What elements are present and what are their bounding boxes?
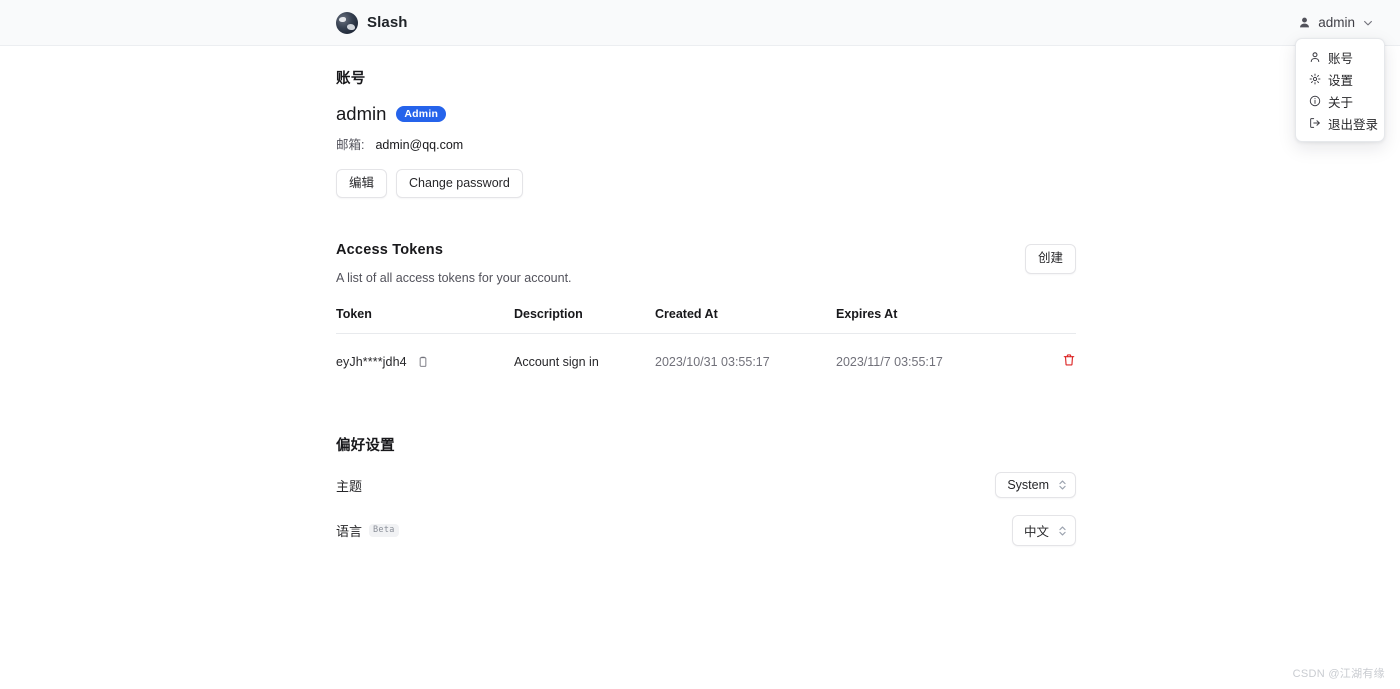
- account-section: 账号 admin Admin 邮箱: admin@qq.com 编辑 Chang…: [336, 46, 1076, 199]
- page-body: 账号 admin Admin 邮箱: admin@qq.com 编辑 Chang…: [0, 46, 1400, 547]
- theme-select[interactable]: System: [995, 472, 1076, 499]
- info-circle-icon: [1308, 95, 1321, 108]
- gear-icon: [1308, 73, 1321, 86]
- theme-select-value: System: [1007, 478, 1049, 493]
- user-menu-trigger[interactable]: admin: [1296, 11, 1376, 34]
- column-header-actions: [1026, 307, 1076, 335]
- cell-token: eyJh****jdh4: [336, 334, 514, 390]
- access-tokens-section: Access Tokens A list of all access token…: [336, 242, 1076, 389]
- preference-row-language: 语言 Beta 中文: [336, 515, 1076, 547]
- menu-item-account[interactable]: 账号: [1296, 46, 1384, 68]
- cell-actions: [1026, 334, 1076, 390]
- email-label: 邮箱:: [336, 137, 365, 152]
- preferences-title: 偏好设置: [336, 438, 395, 455]
- access-tokens-description: A list of all access tokens for your acc…: [336, 271, 572, 286]
- menu-item-label: 退出登录: [1328, 117, 1379, 132]
- access-tokens-table: Token Description Created At Expires At …: [336, 307, 1076, 389]
- table-header: Token Description Created At Expires At: [336, 307, 1076, 335]
- table-header-row: Token Description Created At Expires At: [336, 307, 1076, 335]
- cell-expires-at: 2023/11/7 03:55:17: [836, 354, 943, 369]
- menu-item-label: 账号: [1328, 51, 1354, 66]
- change-password-button[interactable]: Change password: [396, 168, 523, 199]
- person-icon: [1308, 51, 1321, 64]
- content-column: 账号 admin Admin 邮箱: admin@qq.com 编辑 Chang…: [336, 46, 1076, 547]
- language-label-wrap: 语言 Beta: [336, 521, 399, 540]
- language-label: 语言: [336, 524, 363, 540]
- email-value: admin@qq.com: [375, 137, 464, 152]
- access-tokens-title: Access Tokens: [336, 242, 444, 259]
- preference-row-theme: 主题 System: [336, 472, 1076, 499]
- menu-item-about[interactable]: 关于: [1296, 90, 1384, 112]
- account-username: admin: [336, 103, 387, 124]
- table-row: eyJh****jdh4 Account sign in 2023/10/31 …: [336, 334, 1076, 390]
- chevron-updown-icon: [1058, 525, 1067, 537]
- theme-label: 主题: [336, 478, 363, 494]
- table-body: eyJh****jdh4 Account sign in 2023/10/31 …: [336, 334, 1076, 390]
- copy-icon[interactable]: [417, 356, 429, 368]
- user-dropdown-menu[interactable]: 账号 设置 关于 退出登录: [1295, 38, 1385, 142]
- menu-item-label: 设置: [1328, 73, 1354, 88]
- preferences-section: 偏好设置 主题 System 语言 Beta 中文: [336, 434, 1076, 547]
- beta-badge: Beta: [369, 524, 399, 537]
- account-actions: 编辑 Change password: [336, 168, 1076, 199]
- column-header-created-at: Created At: [655, 307, 836, 335]
- trash-icon[interactable]: [1062, 353, 1076, 367]
- cell-created-at: 2023/10/31 03:55:17: [655, 354, 770, 369]
- language-select[interactable]: 中文: [1011, 515, 1076, 547]
- account-email-row: 邮箱: admin@qq.com: [336, 134, 1076, 153]
- menu-item-settings[interactable]: 设置: [1296, 68, 1384, 90]
- user-menu-label: admin: [1318, 15, 1355, 30]
- menu-item-sign-out[interactable]: 退出登录: [1296, 112, 1384, 134]
- account-section-title: 账号: [336, 71, 366, 87]
- app-header: Slash admin: [0, 0, 1400, 46]
- globe-logo-icon: [336, 11, 358, 34]
- menu-item-label: 关于: [1328, 95, 1354, 110]
- logout-icon: [1308, 117, 1321, 130]
- column-header-token: Token: [336, 307, 514, 335]
- language-select-value: 中文: [1023, 525, 1049, 540]
- access-tokens-header: Access Tokens A list of all access token…: [336, 242, 1076, 285]
- chevron-down-icon: [1362, 17, 1374, 29]
- person-icon: [1298, 16, 1311, 29]
- cell-description: Account sign in: [514, 354, 599, 369]
- brand-name: Slash: [367, 14, 408, 31]
- edit-button[interactable]: 编辑: [336, 168, 388, 199]
- create-token-button[interactable]: 创建: [1024, 244, 1076, 274]
- column-header-description: Description: [514, 307, 655, 335]
- token-value: eyJh****jdh4: [336, 354, 407, 369]
- chevron-updown-icon: [1058, 479, 1067, 491]
- role-badge: Admin: [396, 106, 447, 123]
- brand[interactable]: Slash: [336, 11, 408, 34]
- watermark: CSDN @江湖有缘: [1292, 668, 1385, 680]
- account-identity-row: admin Admin: [336, 103, 1076, 124]
- column-header-expires-at: Expires At: [836, 307, 1026, 335]
